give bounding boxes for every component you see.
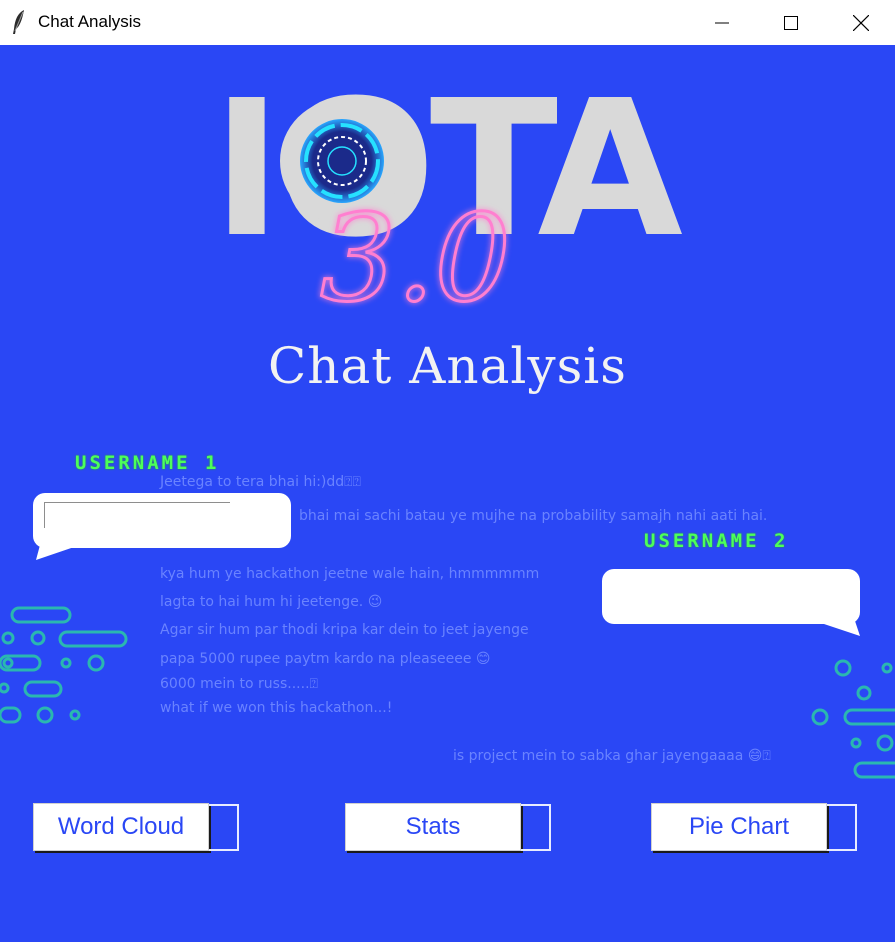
stats-button-side <box>521 804 551 851</box>
chat-line: lagta to hai hum hi jeetenge. 😉 <box>160 594 383 610</box>
close-icon <box>853 14 869 31</box>
word-cloud-button-side <box>209 804 239 851</box>
feather-icon <box>13 10 24 34</box>
username-1-label: USERNAME 1 <box>75 452 220 474</box>
chat-line: what if we won this hackathon...! <box>160 700 393 716</box>
app-window: Chat Analysis IOTA 3.0 Chat Analysis USE… <box>0 0 895 942</box>
word-cloud-button[interactable]: Word Cloud <box>33 803 209 851</box>
maximize-button[interactable] <box>758 0 824 45</box>
chat-line: kya hum ye hackathon jeetne wale hain, h… <box>160 566 540 582</box>
svg-text:3.0: 3.0 <box>320 190 511 329</box>
iota-logo: IOTA 3.0 <box>212 60 688 331</box>
minimize-icon <box>715 22 729 23</box>
right-decoration <box>811 659 895 779</box>
page-heading: Chat Analysis <box>268 337 627 395</box>
left-decoration <box>0 606 128 724</box>
stats-button[interactable]: Stats <box>345 803 521 851</box>
chat-line: papa 5000 rupee paytm kardo na pleaseeee… <box>160 651 491 667</box>
username-2-input[interactable] <box>612 575 850 617</box>
maximize-icon <box>784 15 798 30</box>
username-1-input[interactable] <box>44 502 230 528</box>
chat-line: Jeetega to tera bhai hi:)dd⍰⍰ <box>160 474 361 490</box>
chat-line: 6000 mein to russ.....⍰ <box>160 676 318 692</box>
minimize-button[interactable] <box>689 0 755 45</box>
username-2-label: USERNAME 2 <box>644 530 789 552</box>
chat-line: Agar sir hum par thodi kripa kar dein to… <box>160 622 529 638</box>
chat-line: bhai mai sachi batau ye mujhe na probabi… <box>299 508 768 524</box>
chat-line: is project mein to sabka ghar jayengaaaa… <box>453 748 771 764</box>
pie-chart-button[interactable]: Pie Chart <box>651 803 827 851</box>
title-bar: Chat Analysis <box>0 0 895 45</box>
main-canvas: IOTA 3.0 Chat Analysis USERNAME 1 USERNA… <box>0 45 895 942</box>
pie-chart-button-side <box>827 804 857 851</box>
window-title: Chat Analysis <box>38 12 141 31</box>
close-button[interactable] <box>828 0 894 45</box>
